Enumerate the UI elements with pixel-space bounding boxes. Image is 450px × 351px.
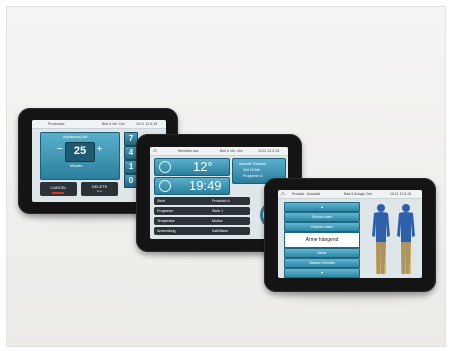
list-item[interactable]: Rücken oben <box>284 212 360 222</box>
body-figure-back-icon[interactable] <box>397 204 415 274</box>
minus-icon[interactable] <box>57 148 62 149</box>
info-title: Aktuelle Therapie <box>239 162 267 166</box>
list-item[interactable]: Nacken Schulter <box>284 258 360 268</box>
scroll-up-button[interactable]: ▲ <box>284 202 360 212</box>
middle-status-bar: ⌂ Menübar aus Bed 6 Ver. Uhr 10:11 12.5.… <box>150 147 288 156</box>
home-icon[interactable]: ⌂ <box>153 147 157 155</box>
home-icon[interactable]: ⌂ <box>281 190 285 198</box>
row-label: Anwendung <box>157 229 176 233</box>
value-unit: Minuten <box>70 164 83 168</box>
temperature-value: 12° <box>193 159 213 174</box>
delete-button[interactable]: DELETE Anw <box>81 182 118 196</box>
right-header-left: Produkt · Auswahl <box>292 192 321 196</box>
list-item[interactable]: Rücken unten <box>284 222 360 232</box>
left-status-bar: Productive Bed 6 Ver. Uhr 10:11 12.5.15 <box>32 120 166 129</box>
middle-header-mid: Bed 6 Ver. Uhr <box>220 149 243 153</box>
left-header-mid: Bed 6 Ver. Uhr <box>102 122 125 126</box>
arrow-up-icon: ▲ <box>320 205 324 209</box>
panel-title: Anpassung Zeit <box>63 135 88 139</box>
zone-list: ▲ Rücken oben Rücken unten Arme hängend … <box>284 202 360 278</box>
body-figure-front-icon[interactable] <box>372 204 390 274</box>
temperature-tile[interactable]: 12° <box>154 158 230 176</box>
info-line: Zeit 15 Min <box>243 168 261 172</box>
right-header-right: 10:11 12.5.15 <box>390 192 412 196</box>
right-header-mid: Bad 6 Anlage Zeit <box>344 192 372 196</box>
cancel-button[interactable]: CANCEL <box>40 182 77 196</box>
cancel-label: CANCEL <box>50 185 67 190</box>
row-value: Kalt/Warm <box>212 229 229 233</box>
middle-header-title: Menübar aus <box>178 149 199 153</box>
selected-list-item[interactable]: Arme hängend <box>284 232 360 248</box>
value-display: 25 <box>65 142 95 162</box>
row-value: Stufe 1 <box>212 209 224 213</box>
info-line: Programm A <box>243 174 263 178</box>
value-text: 25 <box>73 145 87 157</box>
row-label: Stufe <box>157 199 166 203</box>
thermometer-icon <box>159 161 171 173</box>
row-label: Temperatur <box>157 219 175 223</box>
scroll-down-button[interactable]: ▼ <box>284 268 360 278</box>
right-status-bar: ⌂ Produkt · Auswahl Bad 6 Anlage Zeit 10… <box>278 190 422 199</box>
time-tile[interactable]: 19:49 <box>154 177 230 195</box>
time-adjust-panel[interactable]: Anpassung Zeit 25 Minuten <box>40 132 120 180</box>
settings-row[interactable]: Stufe Produktiv A <box>154 197 250 205</box>
time-value: 19:49 <box>189 178 222 193</box>
left-header-right: 10:11 12.5.15 <box>136 122 158 126</box>
list-item[interactable]: Beine <box>284 248 360 258</box>
right-device: ⌂ Produkt · Auswahl Bad 6 Anlage Zeit 10… <box>264 178 436 292</box>
settings-row[interactable]: Anwendung Kalt/Warm <box>154 227 250 235</box>
body-map[interactable] <box>368 202 420 276</box>
right-screen: ⌂ Produkt · Auswahl Bad 6 Anlage Zeit 10… <box>278 190 422 278</box>
row-label: Programm <box>157 209 174 213</box>
clock-icon <box>159 180 171 192</box>
row-value: Modus <box>212 219 223 223</box>
row-value: Produktiv A <box>212 199 230 203</box>
plus-icon[interactable] <box>97 146 102 151</box>
arrow-down-icon: ▼ <box>320 271 324 275</box>
settings-row[interactable]: Programm Stufe 1 <box>154 207 250 215</box>
left-header-left: Productive <box>48 122 65 126</box>
settings-row[interactable]: Temperatur Modus <box>154 217 250 225</box>
cancel-indicator <box>52 192 64 194</box>
middle-header-right: 10:11 12.5.15 <box>258 149 280 153</box>
delete-sub: Anw <box>96 189 103 193</box>
